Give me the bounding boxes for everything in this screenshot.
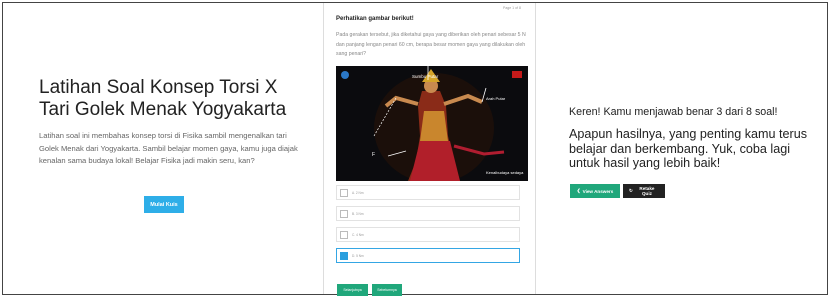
question-text: Pada gerakan tersebut, jika diketahui ga… (336, 32, 526, 57)
option-d-label: D. 5 Nm (352, 253, 364, 258)
axis-label: Sumbu Putar (412, 74, 439, 79)
option-c-label: C. 4 Nm (352, 232, 364, 237)
chevron-left-icon: ❮ (576, 188, 581, 193)
view-answers-label: View Answers (582, 188, 614, 194)
option-a-checkbox[interactable] (340, 188, 348, 197)
quiz-screenshot-frame: Latihan Soal Konsep Torsi X Tari Golek M… (2, 2, 828, 296)
dancer-image: Sumbu Putar Arah Putar F Kenalbudaya sed… (336, 66, 528, 181)
option-b-label: B. 3 Nm (352, 211, 364, 216)
question-heading: Perhatikan gambar berikut! (336, 16, 414, 22)
answer-option-c[interactable]: C. 4 Nm (336, 227, 520, 242)
score-text: Keren! Kamu menjawab benar 3 dari 8 soal… (569, 106, 778, 118)
option-c-checkbox[interactable] (340, 230, 348, 239)
refresh-icon: ↻ (629, 188, 633, 193)
credit-label: Kenalbudaya sedaya (486, 170, 524, 175)
arm-label: Arah Putar (486, 96, 506, 101)
submit-button[interactable]: Selanjutnya (337, 284, 368, 296)
answer-option-a[interactable]: A. 2 Nm (336, 185, 520, 200)
option-b-checkbox[interactable] (340, 209, 348, 218)
view-answers-button[interactable]: ❮ View Answers (570, 184, 620, 198)
quiz-title: Latihan Soal Konsep Torsi X Tari Golek M… (39, 77, 287, 120)
start-quiz-button[interactable]: Mulai Kuis (144, 196, 184, 213)
previous-button[interactable]: Sebelumnya (372, 284, 402, 296)
answer-option-b[interactable]: B. 3 Nm (336, 206, 520, 221)
option-d-checkbox[interactable] (340, 251, 348, 260)
force-label: F (372, 152, 376, 158)
answer-option-d[interactable]: D. 5 Nm (336, 248, 520, 263)
retake-quiz-button[interactable]: ↻ Retake Quiz (623, 184, 665, 198)
option-a-label: A. 2 Nm (352, 190, 364, 195)
quiz-description: Latihan soal ini membahas konsep torsi d… (39, 131, 298, 166)
retake-quiz-label: Retake Quiz (639, 186, 655, 196)
page-indicator: Page 1 of 8 (503, 6, 521, 10)
result-message: Apapun hasilnya, yang penting kamu terus… (569, 127, 808, 170)
